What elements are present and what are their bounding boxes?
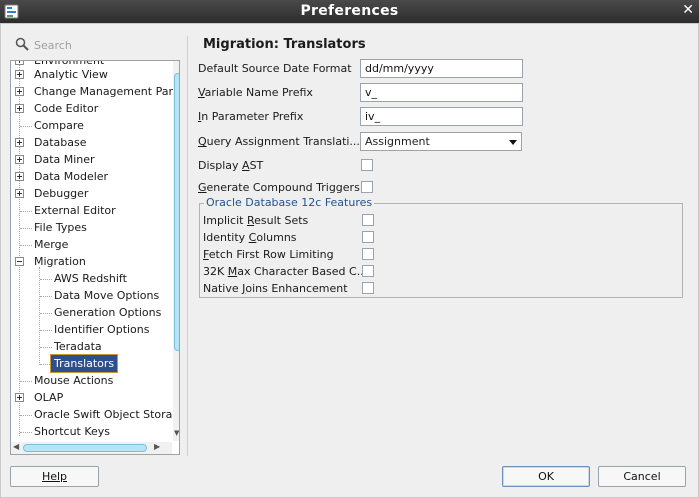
tree-item-compare[interactable]: Compare bbox=[34, 117, 84, 134]
expand-icon[interactable] bbox=[15, 189, 24, 198]
expand-icon[interactable] bbox=[15, 393, 24, 402]
fetch-first-row-checkbox[interactable] bbox=[362, 248, 374, 260]
tree-item-generation-options[interactable]: Generation Options bbox=[54, 304, 161, 321]
close-icon[interactable]: ✕ bbox=[682, 2, 694, 18]
search-icon bbox=[15, 37, 29, 51]
display-ast-label: Display AST bbox=[198, 159, 264, 172]
query-assignment-label: Query Assignment Translati... bbox=[198, 135, 360, 148]
page-title: Migration: Translators bbox=[203, 37, 366, 52]
tree-guide-line bbox=[20, 211, 32, 212]
tree-item-debugger[interactable]: Debugger bbox=[34, 185, 88, 202]
expand-icon[interactable] bbox=[15, 104, 24, 113]
tree-item-oracle-swift[interactable]: Oracle Swift Object Stora bbox=[34, 406, 172, 423]
help-button-label: Help bbox=[41, 470, 68, 483]
tree-item-analytic-view[interactable]: Analytic View bbox=[34, 66, 108, 83]
compound-triggers-label: Generate Compound Triggers bbox=[198, 181, 360, 194]
tree-item-change-management[interactable]: Change Management Par bbox=[34, 83, 173, 100]
pane-divider[interactable] bbox=[187, 36, 188, 456]
tree-item-mouse-actions[interactable]: Mouse Actions bbox=[34, 372, 113, 389]
variable-prefix-input[interactable] bbox=[360, 83, 523, 102]
tree-guide-line bbox=[20, 415, 32, 416]
tree-item-shortcut-keys[interactable]: Shortcut Keys bbox=[34, 423, 110, 440]
window-title: Preferences bbox=[300, 3, 399, 19]
scroll-left-icon[interactable]: ◀ bbox=[13, 442, 19, 451]
tree-item-data-miner[interactable]: Data Miner bbox=[34, 151, 95, 168]
tree-item-identifier-options[interactable]: Identifier Options bbox=[54, 321, 150, 338]
tree-item-teradata[interactable]: Teradata bbox=[54, 338, 102, 355]
title-bar: Preferences ✕ bbox=[0, 0, 699, 23]
ok-button[interactable]: OK bbox=[502, 466, 590, 487]
expand-icon[interactable] bbox=[15, 172, 24, 181]
default-date-format-input[interactable] bbox=[360, 59, 523, 78]
cancel-button[interactable]: Cancel bbox=[598, 466, 686, 487]
scroll-thumb[interactable] bbox=[174, 73, 179, 351]
tree-vertical-scrollbar[interactable]: ▼ bbox=[173, 61, 179, 441]
tree-item-translators[interactable]: Translators bbox=[49, 354, 119, 373]
tree-guide-line bbox=[19, 61, 20, 436]
group-title: Oracle Database 12c Features bbox=[204, 196, 375, 209]
tree-guide-line bbox=[20, 432, 32, 433]
tree-item-code-editor[interactable]: Code Editor bbox=[34, 100, 98, 117]
in-parameter-prefix-input[interactable] bbox=[360, 107, 523, 126]
identity-columns-checkbox[interactable] bbox=[362, 231, 374, 243]
expand-icon[interactable] bbox=[15, 87, 24, 96]
variable-prefix-label: Variable Name Prefix bbox=[198, 86, 313, 99]
scroll-thumb[interactable] bbox=[23, 444, 147, 452]
implicit-result-sets-label: Implicit Result Sets bbox=[203, 214, 309, 227]
tree-guide-line bbox=[40, 313, 52, 314]
native-joins-checkbox[interactable] bbox=[362, 282, 374, 294]
tree-guide-line bbox=[40, 330, 52, 331]
tree-item-data-modeler[interactable]: Data Modeler bbox=[34, 168, 108, 185]
tree-guide-line bbox=[40, 279, 52, 280]
implicit-result-sets-checkbox[interactable] bbox=[362, 214, 374, 226]
tree-guide-line bbox=[39, 267, 40, 365]
tree-guide-line bbox=[20, 245, 32, 246]
query-assignment-value: Assignment bbox=[365, 135, 430, 148]
tree-item-file-types[interactable]: File Types bbox=[34, 219, 87, 236]
fetch-first-row-label: Fetch First Row Limiting bbox=[203, 248, 334, 261]
default-date-format-label: Default Source Date Format bbox=[198, 62, 352, 75]
expand-icon[interactable] bbox=[15, 70, 24, 79]
search-box[interactable] bbox=[12, 36, 180, 54]
tree-item-database[interactable]: Database bbox=[34, 134, 87, 151]
compound-triggers-checkbox[interactable] bbox=[361, 181, 373, 193]
scroll-right-icon[interactable]: ▶ bbox=[154, 442, 160, 451]
expand-icon[interactable] bbox=[15, 138, 24, 147]
tree-item-merge[interactable]: Merge bbox=[34, 236, 68, 253]
tree-item-olap[interactable]: OLAP bbox=[34, 389, 63, 406]
collapse-icon[interactable] bbox=[15, 257, 24, 266]
identity-columns-label: Identity Columns bbox=[203, 231, 297, 244]
display-ast-checkbox[interactable] bbox=[361, 159, 373, 171]
tree-guide-line bbox=[20, 381, 32, 382]
tree-item-migration[interactable]: Migration bbox=[34, 253, 86, 270]
expand-icon[interactable] bbox=[15, 155, 24, 164]
preferences-tree[interactable]: Environment Analytic View Change Managem… bbox=[10, 60, 180, 455]
query-assignment-select[interactable]: Assignment bbox=[360, 132, 522, 151]
in-parameter-prefix-label: In Parameter Prefix bbox=[198, 110, 304, 123]
native-joins-label: Native Joins Enhancement bbox=[203, 282, 348, 295]
scroll-down-icon[interactable]: ▼ bbox=[174, 429, 179, 437]
tree-guide-line bbox=[40, 347, 52, 348]
tree-item-external-editor[interactable]: External Editor bbox=[34, 202, 116, 219]
tree-guide-line bbox=[20, 126, 32, 127]
tree-guide-line bbox=[40, 296, 52, 297]
chevron-down-icon bbox=[509, 140, 517, 145]
tree-guide-line bbox=[20, 228, 32, 229]
search-input[interactable] bbox=[34, 36, 180, 54]
help-button[interactable]: Help bbox=[10, 466, 99, 487]
tree-item-aws-redshift[interactable]: AWS Redshift bbox=[54, 270, 127, 287]
tree-horizontal-scrollbar[interactable]: ◀ ▶ bbox=[11, 442, 172, 454]
tree-item-data-move-options[interactable]: Data Move Options bbox=[54, 287, 159, 304]
max-character-label: 32K Max Character Based C... bbox=[203, 265, 368, 278]
expand-icon[interactable] bbox=[15, 61, 24, 65]
max-character-checkbox[interactable] bbox=[362, 265, 374, 277]
